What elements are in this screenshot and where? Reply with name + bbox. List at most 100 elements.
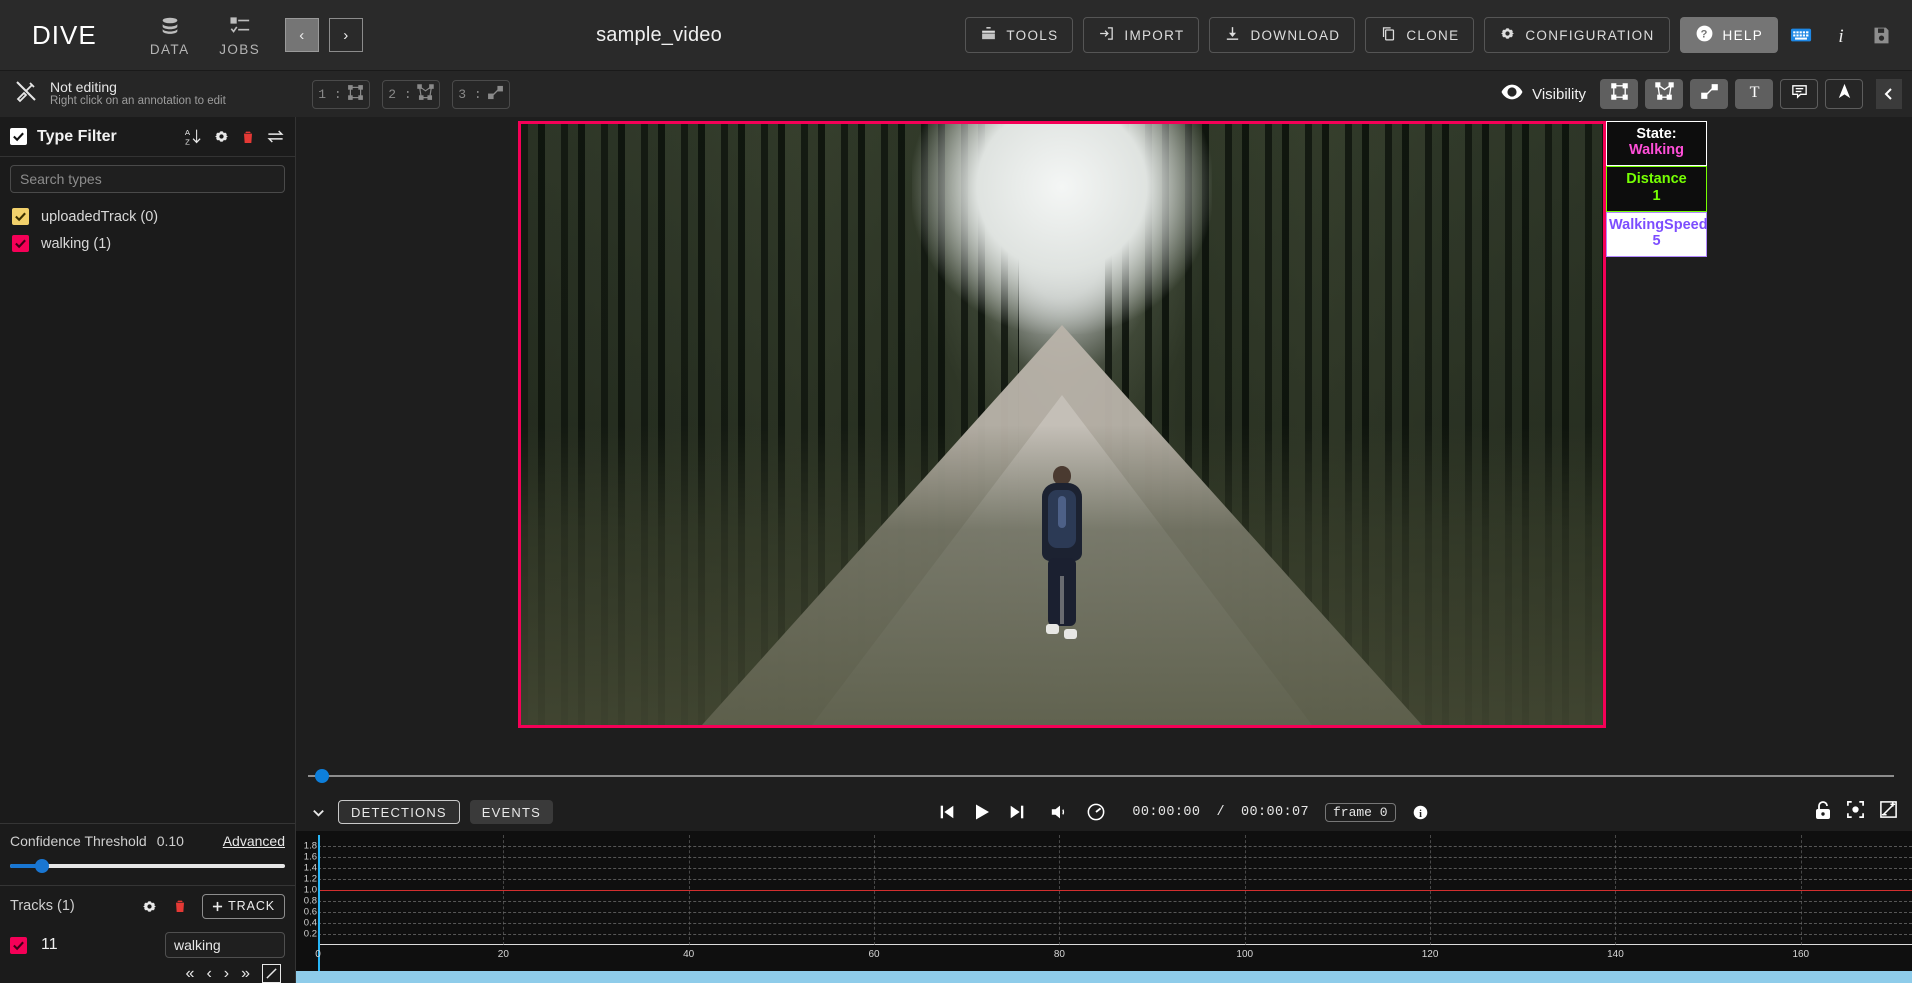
tools-button-label: TOOLS: [1006, 27, 1059, 43]
center-focus-icon[interactable]: [1846, 800, 1865, 824]
frame-indicator[interactable]: frame 0: [1324, 802, 1396, 822]
prev-frame-button[interactable]: [938, 803, 956, 821]
timeline-horizontal-scrollbar[interactable]: [296, 971, 1912, 983]
chevron-down-icon[interactable]: [308, 802, 328, 822]
attribute-walkingspeed[interactable]: WalkingSpeed 5: [1606, 211, 1708, 258]
person-shoe-right: [1064, 629, 1077, 639]
left-sidebar: Type Filter A Z Search types uploadedTra…: [0, 117, 296, 983]
previous-dataset-button[interactable]: ‹: [284, 18, 319, 52]
visibility-rectangle-button[interactable]: [1600, 79, 1638, 109]
chart-x-tick-label: 120: [1421, 949, 1439, 960]
zoom-fit-icon[interactable]: [1879, 800, 1898, 824]
mode-3-label: 3 :: [458, 86, 482, 102]
rectangle-icon: [347, 84, 364, 105]
tooltip-visibility-icon: [1790, 82, 1809, 106]
volume-button[interactable]: [1050, 803, 1070, 821]
nav-item-data[interactable]: DATA: [135, 13, 205, 57]
search-types-input[interactable]: [10, 165, 285, 193]
mode-rectangle-button[interactable]: 1 :: [312, 79, 370, 109]
advanced-link[interactable]: Advanced: [223, 833, 285, 849]
attribute-walkingspeed-value: 5: [1652, 233, 1661, 250]
top-bar: DIVE DATA JOBS ‹ › sample_video TOOLS IM…: [0, 0, 1912, 71]
download-button[interactable]: DOWNLOAD: [1209, 17, 1356, 53]
next-frame-button[interactable]: [1008, 803, 1026, 821]
mode-line-button[interactable]: 3 :: [452, 79, 510, 109]
attribute-panel: State: Walking Distance 1 WalkingSpeed 5: [1606, 121, 1708, 258]
info-italic-icon[interactable]: i: [1824, 18, 1858, 52]
eye-icon[interactable]: [1501, 83, 1523, 106]
clone-button[interactable]: CLONE: [1365, 17, 1475, 53]
attribute-distance[interactable]: Distance 1: [1606, 166, 1707, 212]
lock-icon[interactable]: [1814, 800, 1832, 825]
video-scrubber[interactable]: [308, 769, 1894, 783]
confidence-threshold-slider[interactable]: [10, 859, 285, 873]
slider-knob[interactable]: [34, 859, 49, 873]
svg-text:i: i: [1419, 808, 1422, 819]
keyboard-icon[interactable]: [1784, 18, 1818, 52]
configuration-button[interactable]: CONFIGURATION: [1484, 17, 1670, 53]
first-frame-icon[interactable]: «: [186, 965, 195, 983]
nav-item-jobs[interactable]: JOBS: [205, 13, 275, 57]
chart-x-tick-label: 100: [1236, 949, 1254, 960]
annotation-bounding-box[interactable]: [518, 121, 1606, 728]
chart-gridline-horizontal: [318, 923, 1912, 924]
visibility-tooltip-button[interactable]: [1780, 79, 1818, 109]
prev-frame-icon[interactable]: ‹: [206, 965, 211, 983]
chart-y-tick-label: 0.8: [303, 895, 317, 907]
chart-gridline-horizontal: [318, 846, 1912, 847]
type-list: uploadedTrack (0) walking (1): [0, 199, 295, 257]
gear-icon[interactable]: [213, 128, 230, 145]
playback-control-bar: DETECTIONS EVENTS 00:00:00 / 00:00:07 fr…: [296, 793, 1912, 831]
chart-gridline-horizontal: [318, 912, 1912, 913]
help-button[interactable]: ? HELP: [1679, 17, 1778, 53]
track-id: 11: [41, 936, 58, 953]
import-button[interactable]: IMPORT: [1083, 17, 1200, 53]
play-button[interactable]: [972, 802, 992, 822]
chart-x-tick-label: 160: [1792, 949, 1810, 960]
next-frame-icon[interactable]: ›: [224, 965, 229, 983]
trash-icon[interactable]: [172, 898, 188, 914]
collapse-panel-button[interactable]: [1876, 79, 1902, 109]
type-filter-checkbox[interactable]: [10, 128, 27, 145]
playback-speed-button[interactable]: [1086, 802, 1106, 822]
track-name-input[interactable]: [165, 932, 285, 958]
detection-timeline-chart[interactable]: 0.2 0.4 0.6 0.8 1.0 1.2 1.4 1.6 1.8 0 20 40 60 80 100…: [296, 831, 1912, 971]
mode-polygon-button[interactable]: 2 :: [382, 79, 440, 109]
video-scrubber-wrapper: [296, 759, 1912, 793]
next-dataset-button[interactable]: ›: [328, 18, 363, 52]
type-row-walking[interactable]: walking (1): [0, 230, 295, 257]
visibility-text-button[interactable]: T: [1735, 79, 1773, 109]
scrubber-handle[interactable]: [315, 769, 329, 783]
line-visibility-icon: [1700, 82, 1719, 106]
chart-plot-area: [318, 835, 1912, 971]
trash-icon[interactable]: [240, 129, 256, 145]
svg-text:i: i: [1838, 26, 1843, 46]
tab-events[interactable]: EVENTS: [469, 800, 554, 824]
sort-az-icon[interactable]: A Z: [184, 127, 203, 146]
swap-arrows-icon[interactable]: [266, 127, 285, 146]
visibility-group: Visibility T: [1501, 79, 1912, 109]
type-row-uploadedtrack[interactable]: uploadedTrack (0): [0, 203, 295, 230]
last-frame-icon[interactable]: »: [241, 965, 250, 983]
tools-button[interactable]: TOOLS: [965, 17, 1074, 53]
attribute-state[interactable]: State: Walking: [1606, 121, 1707, 167]
type-checkbox-walking[interactable]: [12, 235, 29, 252]
visibility-polygon-button[interactable]: [1645, 79, 1683, 109]
tab-detections[interactable]: DETECTIONS: [338, 800, 460, 824]
visibility-line-button[interactable]: [1690, 79, 1728, 109]
mode-1-label: 1 :: [318, 86, 342, 102]
edit-track-icon[interactable]: [262, 964, 281, 983]
save-disk-icon[interactable]: [1864, 18, 1898, 52]
add-track-button[interactable]: TRACK: [202, 893, 285, 919]
video-stage[interactable]: State: Walking Distance 1 WalkingSpeed 5: [296, 117, 1912, 759]
type-filter-title: Type Filter: [37, 127, 117, 145]
track-checkbox[interactable]: [10, 936, 27, 954]
not-editing-icon: [14, 79, 38, 108]
table-row[interactable]: 11: [0, 926, 295, 958]
type-checkbox-uploadedtrack[interactable]: [12, 208, 29, 225]
gear-icon[interactable]: [141, 898, 158, 915]
visibility-arrow-button[interactable]: [1825, 79, 1863, 109]
info-icon[interactable]: i: [1412, 804, 1429, 821]
search-types-wrapper: [0, 157, 295, 199]
